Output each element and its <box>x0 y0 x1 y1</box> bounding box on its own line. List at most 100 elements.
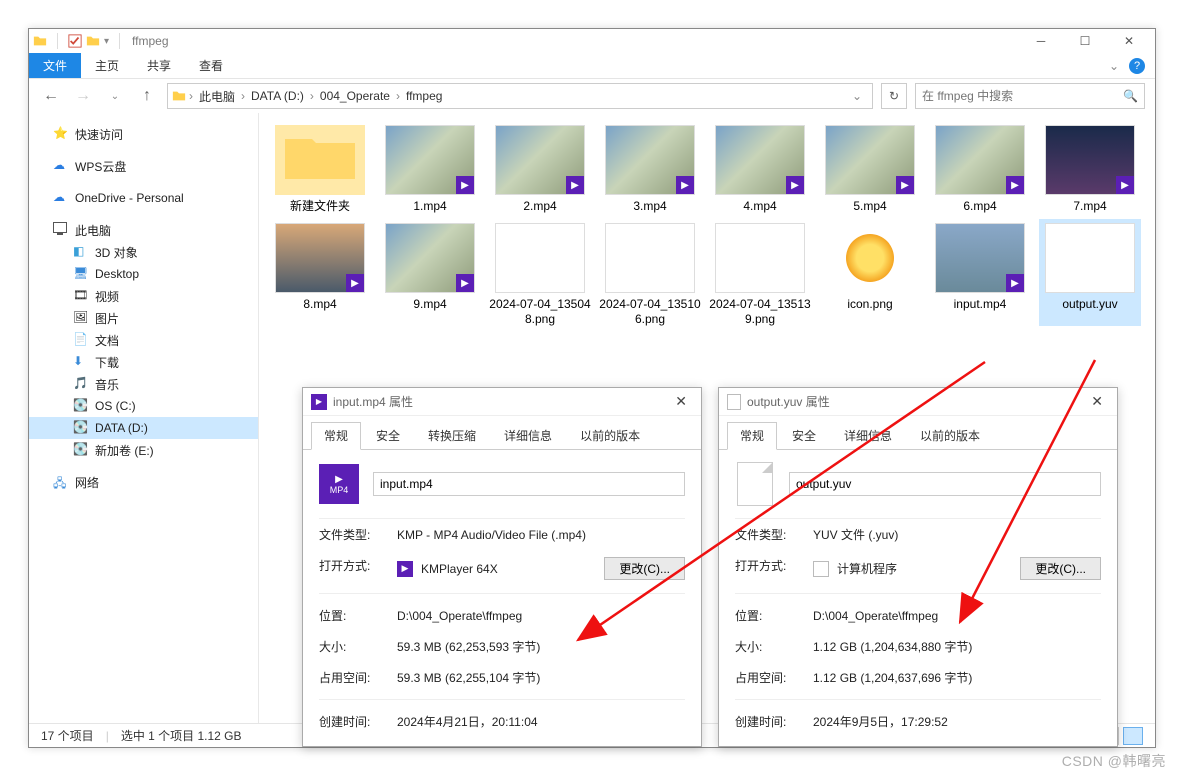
pc-icon <box>53 222 69 238</box>
ribbon-expand-icon[interactable]: ⌄ <box>1109 59 1119 73</box>
file-item-output[interactable]: output.yuv <box>1039 219 1141 326</box>
tab-home[interactable]: 主页 <box>81 53 133 78</box>
file-item[interactable]: ▶8.mp4 <box>269 219 371 326</box>
music-icon: 🎵 <box>73 376 89 392</box>
video-thumb: ▶ <box>605 125 695 195</box>
sidebar-data-d[interactable]: 💽DATA (D:) <box>29 417 258 439</box>
size-value: 59.3 MB (62,253,593 字节) <box>397 638 685 655</box>
play-badge-icon: ▶ <box>676 176 694 194</box>
video-thumb: ▶ <box>275 223 365 293</box>
blank-file-icon <box>735 464 775 504</box>
file-type-value: KMP - MP4 Audio/Video File (.mp4) <box>397 526 685 543</box>
file-item[interactable]: ▶3.mp4 <box>599 121 701 213</box>
up-button[interactable]: ↑ <box>135 84 159 108</box>
breadcrumb-bar[interactable]: › 此电脑 › DATA (D:) › 004_Operate › ffmpeg… <box>167 83 873 109</box>
image-thumb <box>495 223 585 293</box>
tab-general[interactable]: 常规 <box>727 422 777 450</box>
help-icon[interactable]: ? <box>1129 58 1145 74</box>
maximize-button[interactable]: ☐ <box>1063 29 1107 53</box>
icons-view-button[interactable] <box>1123 727 1143 745</box>
sidebar-music[interactable]: 🎵音乐 <box>29 373 258 395</box>
file-item[interactable]: ▶7.mp4 <box>1039 121 1141 213</box>
checkbox-icon[interactable] <box>68 34 82 48</box>
file-item-input[interactable]: ▶input.mp4 <box>929 219 1031 326</box>
sidebar-quick-access[interactable]: ⭐快速访问 <box>29 123 258 145</box>
tab-file[interactable]: 文件 <box>29 53 81 78</box>
tab-general[interactable]: 常规 <box>311 422 361 450</box>
qat-dropdown-icon[interactable]: ▾ <box>104 36 109 47</box>
file-item-folder[interactable]: 新建文件夹 <box>269 121 371 213</box>
video-thumb: ▶ <box>935 223 1025 293</box>
sidebar-3d-objects[interactable]: ◧3D 对象 <box>29 241 258 263</box>
close-button[interactable]: ✕ <box>1107 29 1151 53</box>
open-with-value: KMPlayer 64X <box>421 562 498 576</box>
filename-field[interactable] <box>789 472 1101 496</box>
file-item[interactable]: ▶5.mp4 <box>819 121 921 213</box>
crumb-folder2[interactable]: ffmpeg <box>403 89 445 103</box>
sidebar-this-pc[interactable]: 此电脑 <box>29 219 258 241</box>
folder-qat-icon[interactable] <box>86 34 100 48</box>
folder-icon <box>172 89 186 103</box>
file-item[interactable]: 2024-07-04_135106.png <box>599 219 701 326</box>
sidebar-new-e[interactable]: 💽新加卷 (E:) <box>29 439 258 461</box>
tab-previous[interactable]: 以前的版本 <box>907 422 993 449</box>
image-thumb <box>825 223 915 293</box>
created-value: 2024年4月21日，20:11:04 <box>397 713 685 730</box>
file-item[interactable]: ▶6.mp4 <box>929 121 1031 213</box>
filename-field[interactable] <box>373 472 685 496</box>
status-selected: 选中 1 个项目 1.12 GB <box>121 727 242 744</box>
close-icon[interactable]: ✕ <box>1085 393 1109 410</box>
sidebar-wps[interactable]: ☁WPS云盘 <box>29 155 258 177</box>
cube-icon: ◧ <box>73 244 89 260</box>
mp4-icon: ▶MP4 <box>319 464 359 504</box>
file-item[interactable]: icon.png <box>819 219 921 326</box>
sidebar-documents[interactable]: 📄文档 <box>29 329 258 351</box>
file-item[interactable]: ▶9.mp4 <box>379 219 481 326</box>
download-icon: ⬇ <box>73 354 89 370</box>
file-item[interactable]: ▶2.mp4 <box>489 121 591 213</box>
video-thumb: ▶ <box>385 223 475 293</box>
folder-icon <box>33 34 47 48</box>
tab-share[interactable]: 共享 <box>133 53 185 78</box>
star-icon: ⭐ <box>53 126 69 142</box>
back-button[interactable]: ← <box>39 84 63 108</box>
tab-details[interactable]: 详细信息 <box>831 422 905 449</box>
sidebar-pictures[interactable]: 🖼图片 <box>29 307 258 329</box>
tab-view[interactable]: 查看 <box>185 53 237 78</box>
forward-button[interactable]: → <box>71 84 95 108</box>
change-button[interactable]: 更改(C)... <box>1020 557 1101 580</box>
sidebar-os-c[interactable]: 💽OS (C:) <box>29 395 258 417</box>
minimize-button[interactable]: ─ <box>1019 29 1063 53</box>
file-item[interactable]: 2024-07-04_135139.png <box>709 219 811 326</box>
sidebar-videos[interactable]: 🎞视频 <box>29 285 258 307</box>
file-item[interactable]: ▶4.mp4 <box>709 121 811 213</box>
tab-details[interactable]: 详细信息 <box>491 422 565 449</box>
tab-compress[interactable]: 转换压缩 <box>415 422 489 449</box>
size-on-disk-value: 59.3 MB (62,255,104 字节) <box>397 669 685 686</box>
refresh-button[interactable]: ↻ <box>881 83 907 109</box>
desktop-icon: 🖥 <box>73 266 89 282</box>
crumb-folder1[interactable]: 004_Operate <box>317 89 393 103</box>
sidebar-network[interactable]: 🖧网络 <box>29 471 258 493</box>
recent-dropdown[interactable]: ⌄ <box>103 84 127 108</box>
tab-security[interactable]: 安全 <box>363 422 413 449</box>
crumb-drive[interactable]: DATA (D:) <box>248 89 307 103</box>
close-icon[interactable]: ✕ <box>669 393 693 410</box>
tab-security[interactable]: 安全 <box>779 422 829 449</box>
navigation-pane: ⭐快速访问 ☁WPS云盘 ☁OneDrive - Personal 此电脑 ◧3… <box>29 113 259 725</box>
sidebar-desktop[interactable]: 🖥Desktop <box>29 263 258 285</box>
drive-icon: 💽 <box>73 420 89 436</box>
address-dropdown-icon[interactable]: ⌄ <box>846 89 868 103</box>
file-item[interactable]: ▶1.mp4 <box>379 121 481 213</box>
change-button[interactable]: 更改(C)... <box>604 557 685 580</box>
tab-previous[interactable]: 以前的版本 <box>567 422 653 449</box>
crumb-this-pc[interactable]: 此电脑 <box>196 88 238 105</box>
sidebar-onedrive[interactable]: ☁OneDrive - Personal <box>29 187 258 209</box>
search-icon: 🔍 <box>1123 89 1138 103</box>
search-box[interactable]: 🔍 <box>915 83 1145 109</box>
title-bar: ▾ ffmpeg ─ ☐ ✕ <box>29 29 1155 53</box>
file-item[interactable]: 2024-07-04_135048.png <box>489 219 591 326</box>
search-input[interactable] <box>922 89 1123 103</box>
ribbon: 文件 主页 共享 查看 ⌄ ? <box>29 53 1155 79</box>
sidebar-downloads[interactable]: ⬇下载 <box>29 351 258 373</box>
